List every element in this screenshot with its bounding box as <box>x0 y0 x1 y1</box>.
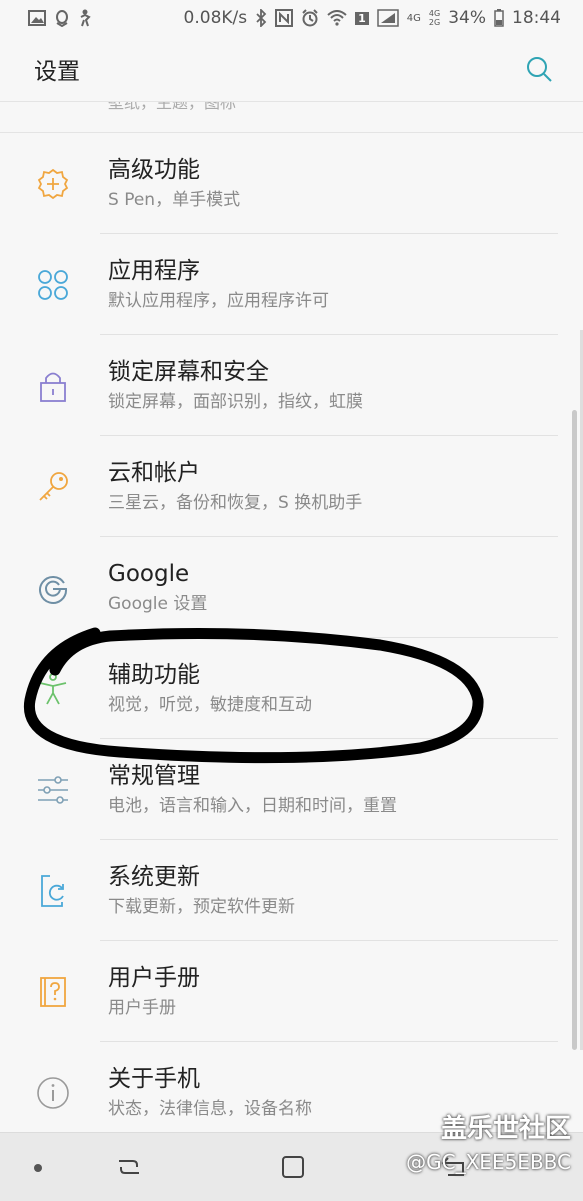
signal-label-4g: 4G <box>406 12 421 24</box>
figure-icon <box>80 9 91 27</box>
sliders-icon <box>38 775 68 804</box>
battery-text: 34% <box>448 8 486 28</box>
item-title: 辅助功能 <box>108 661 200 688</box>
item-title: 常规管理 <box>108 762 200 789</box>
watermark-title: 盖乐世社区 <box>440 1114 571 1144</box>
image-icon <box>28 10 46 26</box>
search-icon[interactable] <box>525 55 553 83</box>
item-subtitle: 用户手册 <box>108 997 176 1018</box>
settings-item-cloud-accounts[interactable]: 云和帐户 三星云，备份和恢复，S 换机助手 <box>0 436 583 537</box>
key-icon <box>39 471 68 501</box>
info-icon <box>37 1076 69 1109</box>
scrollbar[interactable] <box>572 410 577 1050</box>
item-title: 锁定屏幕和安全 <box>108 358 269 385</box>
battery-icon <box>494 9 504 27</box>
item-title: 高级功能 <box>108 156 200 183</box>
qq-icon <box>56 10 68 27</box>
google-icon <box>39 575 68 604</box>
item-subtitle: 视觉，听觉，敏捷度和互动 <box>108 694 312 715</box>
item-title: Google <box>108 560 190 587</box>
bluetooth-icon <box>256 9 267 27</box>
manual-icon <box>40 976 66 1007</box>
alarm-icon <box>302 9 318 27</box>
item-title: 云和帐户 <box>108 459 200 486</box>
sim-badge: 1 <box>355 11 369 25</box>
partial-list-item[interactable]: 壁纸，主题，图标 <box>0 102 583 133</box>
settings-item-lock-screen-security[interactable]: 锁定屏幕和安全 锁定屏幕，面部识别，指纹，虹膜 <box>0 335 583 436</box>
page-title: 设置 <box>34 58 80 85</box>
item-subtitle: 三星云，备份和恢复，S 换机助手 <box>108 492 363 513</box>
nfc-icon <box>275 9 294 27</box>
settings-item-user-manual[interactable]: 用户手册 用户手册 <box>0 941 583 1042</box>
item-title: 系统更新 <box>108 863 200 890</box>
settings-item-system-update[interactable]: 系统更新 下载更新，预定软件更新 <box>0 840 583 941</box>
item-subtitle: S Pen，单手模式 <box>108 189 241 210</box>
settings-item-apps[interactable]: 应用程序 默认应用程序，应用程序许可 <box>0 234 583 335</box>
item-subtitle: 状态，法律信息，设备名称 <box>108 1098 312 1119</box>
dual-signal: 4G 2G <box>428 9 441 27</box>
settings-item-general-management[interactable]: 常规管理 电池，语言和输入，日期和时间，重置 <box>0 739 583 840</box>
settings-item-accessibility[interactable]: 辅助功能 视觉，听觉，敏捷度和互动 <box>0 638 583 739</box>
item-subtitle: 电池，语言和输入，日期和时间，重置 <box>108 795 397 816</box>
item-subtitle: 默认应用程序，应用程序许可 <box>108 290 329 311</box>
signal-icon <box>377 9 399 27</box>
nav-dot-icon[interactable] <box>34 1164 42 1172</box>
item-title: 用户手册 <box>108 964 200 991</box>
home-icon[interactable] <box>281 1155 305 1179</box>
apps-icon <box>38 269 68 300</box>
item-title: 关于手机 <box>108 1065 200 1092</box>
advanced-features-icon <box>37 168 69 199</box>
recent-apps-icon[interactable] <box>116 1155 142 1179</box>
accessibility-icon <box>39 672 67 704</box>
settings-item-advanced-features[interactable]: 高级功能 S Pen，单手模式 <box>0 133 583 234</box>
system-update-icon <box>41 874 64 907</box>
watermark-handle: @GC_XEE5EBBC <box>406 1150 571 1174</box>
settings-list: 壁纸，主题，图标 高级功能 S Pen，单手模式 应用程序 默认应用程序，应用程… <box>0 102 583 1143</box>
status-bar: 0.08K/s 1 4G 4G 2G 34% 18:44 <box>0 0 583 36</box>
item-title: 应用程序 <box>108 257 200 284</box>
app-bar: 设置 <box>0 36 583 102</box>
clock: 18:44 <box>512 8 561 28</box>
settings-item-google[interactable]: Google Google 设置 <box>0 537 583 638</box>
item-subtitle: Google 设置 <box>108 593 208 614</box>
partial-item-subtitle: 壁纸，主题，图标 <box>108 102 237 112</box>
lock-icon <box>40 372 66 402</box>
wifi-icon <box>327 10 347 26</box>
item-subtitle: 下载更新，预定软件更新 <box>108 896 295 917</box>
network-speed: 0.08K/s <box>183 8 248 28</box>
item-subtitle: 锁定屏幕，面部识别，指纹，虹膜 <box>108 391 363 412</box>
